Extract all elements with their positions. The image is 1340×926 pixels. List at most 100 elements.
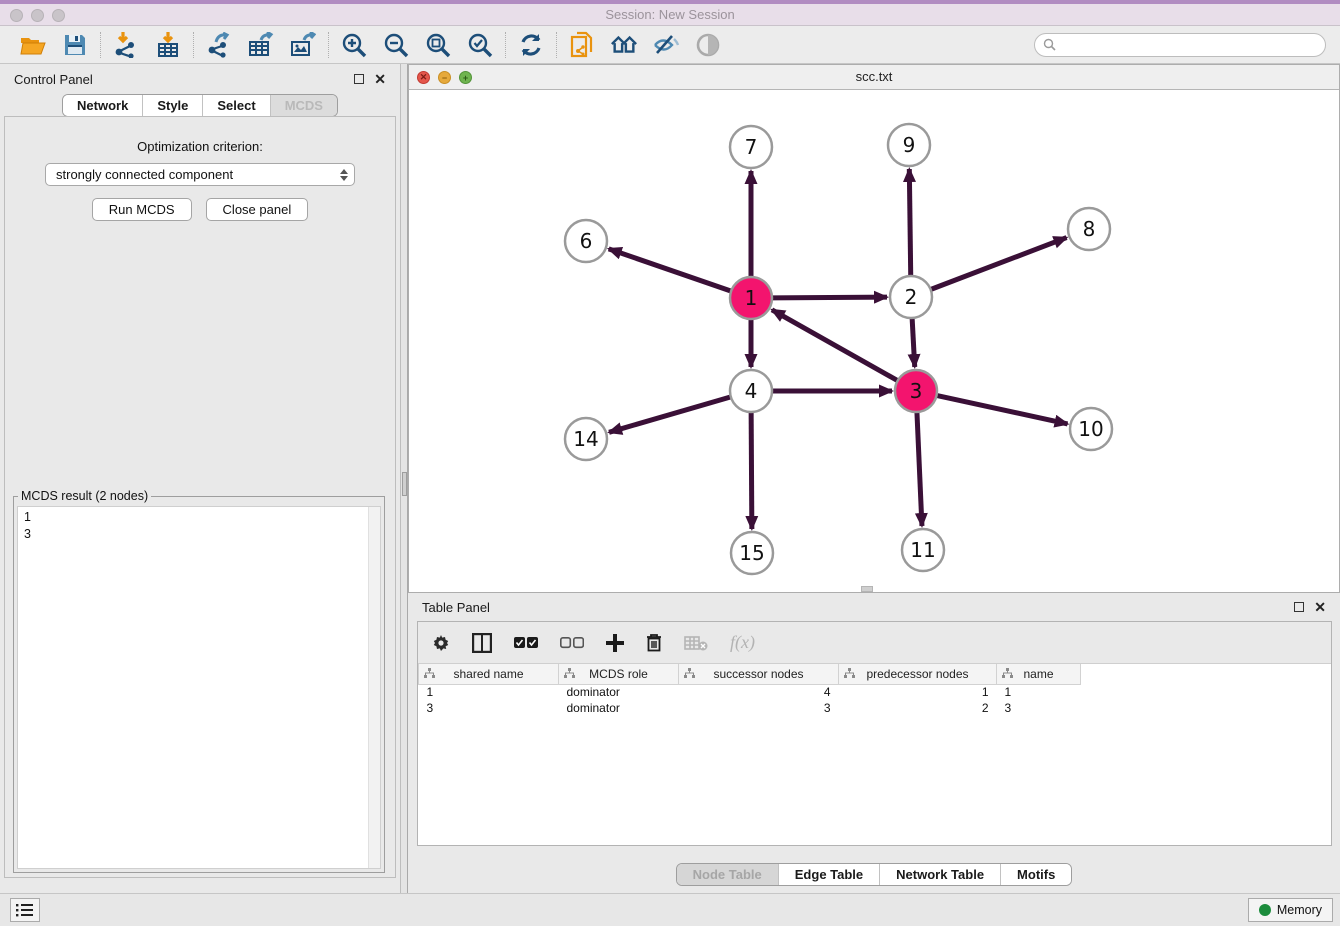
node-table: shared nameMCDS rolesuccessor nodesprede… [418,664,1081,716]
app-window: Session: New Session [0,0,1340,926]
network-zoom-button[interactable]: + [459,71,472,84]
zoom-selected-icon[interactable] [466,31,494,59]
graph-edge-4-14[interactable] [609,397,731,432]
export-table-icon[interactable] [247,31,275,59]
network-window-titlebar[interactable]: ✕ − + scc.txt [409,65,1339,90]
export-network-icon[interactable] [205,31,233,59]
table-cell[interactable]: 1 [419,684,559,700]
clone-network-icon[interactable] [568,31,596,59]
float-panel-icon[interactable] [354,74,364,84]
control-panel: Control Panel ✕ Network Style Select MCD… [0,64,400,893]
tab-node-table[interactable]: Node Table [677,864,779,885]
tab-select[interactable]: Select [203,95,270,116]
graph-node-label-10: 10 [1078,417,1103,441]
close-panel-icon[interactable]: ✕ [374,74,386,84]
import-network-icon[interactable] [112,31,140,59]
graph-node-label-3: 3 [910,379,923,403]
tab-edge-table[interactable]: Edge Table [779,864,880,885]
column-header[interactable]: successor nodes [679,664,839,684]
graph-node-label-2: 2 [905,285,918,309]
task-history-button[interactable] [10,898,40,922]
network-minimize-button[interactable]: − [438,71,451,84]
memory-status-icon [1259,904,1271,916]
graph-edge-1-2[interactable] [772,297,887,298]
table-row[interactable]: 1dominator411 [419,684,1081,700]
table-cell[interactable]: 2 [839,700,997,716]
graph-edge-3-1[interactable] [772,310,898,381]
graph-edge-3-10[interactable] [937,395,1068,423]
table-settings-icon[interactable] [432,634,450,652]
table-cell[interactable]: 3 [419,700,559,716]
column-header[interactable]: name [997,664,1081,684]
import-table-icon[interactable] [154,31,182,59]
close-table-panel-icon[interactable]: ✕ [1314,602,1326,612]
network-canvas[interactable]: 7968124314101511 [409,90,1339,592]
tab-style[interactable]: Style [143,95,203,116]
result-scrollbar[interactable] [368,507,380,868]
graph-edge-4-15[interactable] [751,412,752,529]
network-window-title: scc.txt [409,65,1339,84]
function-builder-icon: f(x) [730,632,755,653]
close-panel-button[interactable]: Close panel [206,198,309,221]
criterion-select[interactable]: strongly connected component [45,163,355,186]
delete-column-icon[interactable] [646,633,662,652]
delete-table-icon [684,635,708,651]
table-body: 1dominator4113dominator323 [419,684,1081,716]
run-mcds-button[interactable]: Run MCDS [92,198,192,221]
table-cell[interactable]: 1 [839,684,997,700]
network-close-button[interactable]: ✕ [417,71,430,84]
save-session-icon[interactable] [61,31,89,59]
table-cell[interactable]: 3 [679,700,839,716]
table-cell[interactable]: dominator [559,684,679,700]
table-cell[interactable]: dominator [559,700,679,716]
graph-edge-2-3[interactable] [912,318,915,367]
table-cell[interactable]: 3 [997,700,1081,716]
export-image-icon[interactable] [289,31,317,59]
hide-selected-icon[interactable] [652,31,680,59]
open-session-icon[interactable] [19,31,47,59]
table-header-row[interactable]: shared nameMCDS rolesuccessor nodesprede… [419,664,1081,684]
tab-mcds[interactable]: MCDS [271,95,337,116]
tab-network-table[interactable]: Network Table [880,864,1001,885]
column-header[interactable]: shared name [419,664,559,684]
tab-network[interactable]: Network [63,95,143,116]
create-column-icon[interactable] [606,634,624,652]
canvas-splitter-thumb[interactable] [861,586,873,592]
column-header[interactable]: predecessor nodes [839,664,997,684]
criterion-value: strongly connected component [56,167,340,182]
float-table-panel-icon[interactable] [1294,602,1304,612]
graph-edge-3-11[interactable] [917,412,922,526]
mcds-result-text[interactable]: 1 3 [17,506,381,869]
zoom-in-icon[interactable] [340,31,368,59]
graph-node-label-7: 7 [745,135,758,159]
control-panel-tabbar: Network Style Select MCDS [62,94,338,117]
graph-edge-2-9[interactable] [909,169,910,276]
column-header[interactable]: MCDS role [559,664,679,684]
select-all-icon[interactable] [514,637,538,649]
graph-node-label-4: 4 [745,379,758,403]
divider-grip[interactable] [402,472,407,496]
memory-button[interactable]: Memory [1248,898,1333,922]
search-input[interactable] [1061,38,1317,52]
table-cell[interactable]: 1 [997,684,1081,700]
graph-edge-1-6[interactable] [609,249,731,291]
search-field[interactable] [1034,33,1326,57]
show-all-icon[interactable] [694,31,722,59]
unselect-all-icon[interactable] [560,637,584,649]
zoom-out-icon[interactable] [382,31,410,59]
title-bar: Session: New Session [0,0,1340,26]
refresh-layout-icon[interactable] [517,31,545,59]
main-toolbar [0,26,1340,64]
first-neighbors-icon[interactable] [610,31,638,59]
table-row[interactable]: 3dominator323 [419,700,1081,716]
graph-edge-2-8[interactable] [931,238,1067,290]
table-tabbar: Node Table Edge Table Network Table Moti… [676,863,1073,886]
graph-node-label-1: 1 [745,286,758,310]
network-graph[interactable]: 7968124314101511 [409,90,1339,592]
table-cell[interactable]: 4 [679,684,839,700]
table-panel-title: Table Panel [422,600,490,615]
show-column-icon[interactable] [472,633,492,653]
zoom-fit-icon[interactable] [424,31,452,59]
tab-motifs[interactable]: Motifs [1001,864,1071,885]
split-divider[interactable] [400,64,408,893]
